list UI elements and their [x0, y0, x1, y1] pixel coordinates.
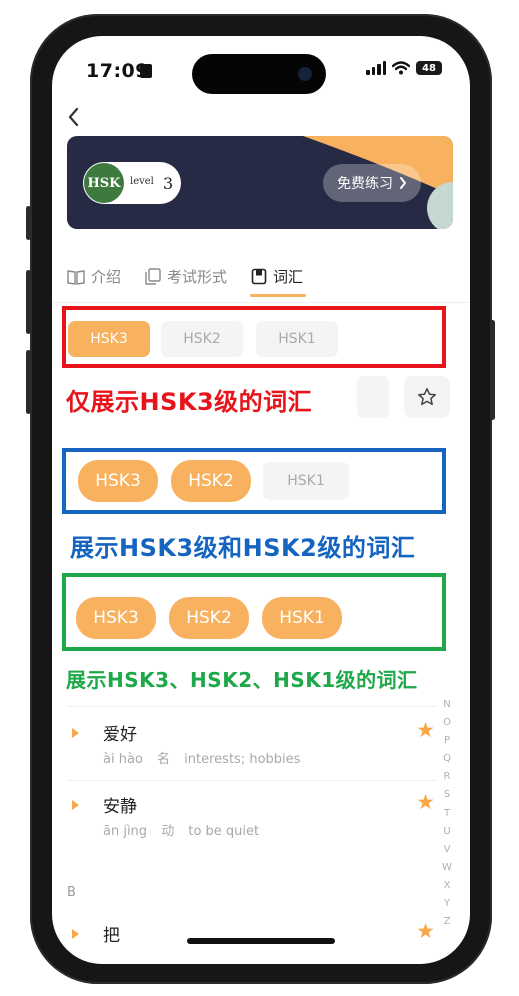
- play-audio-icon[interactable]: [72, 728, 79, 738]
- play-audio-icon[interactable]: [72, 929, 79, 939]
- chevron-right-icon: [400, 177, 407, 189]
- word-hanzi: 把: [103, 926, 120, 946]
- filter-chip-hsk1[interactable]: HSK1: [263, 462, 349, 500]
- star-outline-icon: [417, 388, 437, 406]
- row-separator: [67, 780, 437, 781]
- tab-intro[interactable]: 介绍: [67, 266, 121, 287]
- filter-chip-hsk3[interactable]: HSK3: [68, 321, 150, 357]
- id-card-icon: [140, 64, 152, 78]
- index-letter[interactable]: V: [444, 841, 451, 859]
- index-letter[interactable]: N: [443, 696, 450, 714]
- status-indicators: 48: [366, 61, 442, 75]
- caption-hsk3-hsk2: 展示HSK3级和HSK2级的词汇: [70, 534, 416, 562]
- volume-up-button: [26, 270, 31, 334]
- index-letter[interactable]: O: [443, 714, 451, 732]
- copy-icon: [145, 268, 161, 285]
- word-hanzi: 爱好: [103, 725, 137, 745]
- book-icon: [67, 269, 85, 285]
- hsk-banner: HSK level 3 免费练习: [67, 136, 453, 229]
- power-button: [490, 320, 495, 420]
- filter-chip-hsk2[interactable]: HSK2: [169, 597, 249, 639]
- hsk-logo-number: 3: [163, 174, 174, 193]
- tab-intro-label: 介绍: [91, 268, 122, 286]
- index-letter[interactable]: P: [444, 732, 450, 750]
- vocab-icon: [251, 268, 267, 285]
- hsk-logo-badge: HSK: [84, 163, 124, 203]
- word-pinyin: ài hào: [103, 752, 143, 767]
- tab-divider: [52, 302, 470, 303]
- tab-bar: 介绍 考试形式 词汇: [67, 264, 462, 297]
- tab-exam-format-label: 考试形式: [167, 268, 228, 286]
- filter-chip-hsk2[interactable]: HSK2: [171, 460, 251, 502]
- hsk-logo: HSK level 3: [83, 162, 181, 204]
- alphabet-index[interactable]: N O P Q R S T U V W X Y Z: [440, 696, 454, 931]
- word-hanzi: 安静: [103, 797, 137, 817]
- active-tab-indicator: [250, 294, 306, 297]
- word-meaning: to be quiet: [188, 824, 260, 839]
- word-pos: 动: [161, 824, 175, 839]
- word-row[interactable]: 安静 ān jìng 动 to be quiet ★: [67, 790, 437, 842]
- filter-chip-hsk3[interactable]: HSK3: [76, 597, 156, 639]
- index-letter[interactable]: W: [442, 859, 452, 877]
- word-pos: 名: [157, 752, 171, 767]
- index-letter[interactable]: T: [444, 805, 450, 823]
- index-letter[interactable]: S: [444, 786, 450, 804]
- star-filled-icon[interactable]: ★: [416, 790, 435, 814]
- index-letter[interactable]: Z: [444, 913, 451, 931]
- volume-down-button: [26, 350, 31, 414]
- home-indicator[interactable]: [187, 938, 335, 944]
- word-row[interactable]: 把 ★: [67, 919, 437, 951]
- filter-chip-hsk3[interactable]: HSK3: [78, 460, 158, 502]
- row-separator: [67, 706, 437, 707]
- cellular-signal-icon: [366, 61, 386, 75]
- filter-chip-hsk1[interactable]: HSK1: [256, 321, 338, 357]
- caption-hsk3-only: 仅展示HSK3级的词汇: [66, 388, 313, 416]
- tab-vocabulary[interactable]: 词汇: [251, 266, 303, 287]
- index-letter[interactable]: U: [443, 823, 450, 841]
- hsk-logo-level: level: [130, 176, 154, 187]
- word-gloss: ān jìng 动 to be quiet: [103, 820, 269, 839]
- filter-chip-hsk1[interactable]: HSK1: [262, 597, 342, 639]
- free-practice-label: 免费练习: [337, 176, 393, 192]
- tab-vocabulary-label: 词汇: [273, 268, 304, 286]
- caption-all-levels: 展示HSK3、HSK2、HSK1级的词汇: [66, 668, 418, 692]
- index-letter[interactable]: X: [444, 877, 451, 895]
- dynamic-island: [192, 54, 326, 94]
- index-letter[interactable]: Y: [444, 895, 450, 913]
- word-pinyin: ān jìng: [103, 824, 148, 839]
- wifi-icon: [392, 61, 410, 75]
- free-practice-button[interactable]: 免费练习: [323, 164, 421, 202]
- word-gloss: ài hào 名 interests; hobbies: [103, 748, 310, 767]
- battery-indicator: 48: [416, 61, 442, 75]
- back-arrow-icon[interactable]: [64, 106, 84, 128]
- action-button: [26, 206, 31, 240]
- index-letter[interactable]: R: [444, 768, 451, 786]
- star-filled-icon[interactable]: ★: [416, 919, 435, 943]
- star-filled-icon[interactable]: ★: [416, 718, 435, 742]
- section-header-b: B: [67, 885, 76, 900]
- word-meaning: interests; hobbies: [184, 752, 301, 767]
- word-row[interactable]: 爱好 ài hào 名 interests; hobbies ★: [67, 718, 437, 770]
- hidden-control: [357, 376, 389, 418]
- favorite-filter-button[interactable]: [404, 376, 450, 418]
- filter-chip-hsk2[interactable]: HSK2: [161, 321, 243, 357]
- app-screen: 17:09 48 HSK level 3 免费练习 介绍 考试形式 词汇 HSK…: [52, 36, 470, 964]
- index-letter[interactable]: Q: [443, 750, 451, 768]
- play-audio-icon[interactable]: [72, 800, 79, 810]
- tab-exam-format[interactable]: 考试形式: [145, 266, 227, 287]
